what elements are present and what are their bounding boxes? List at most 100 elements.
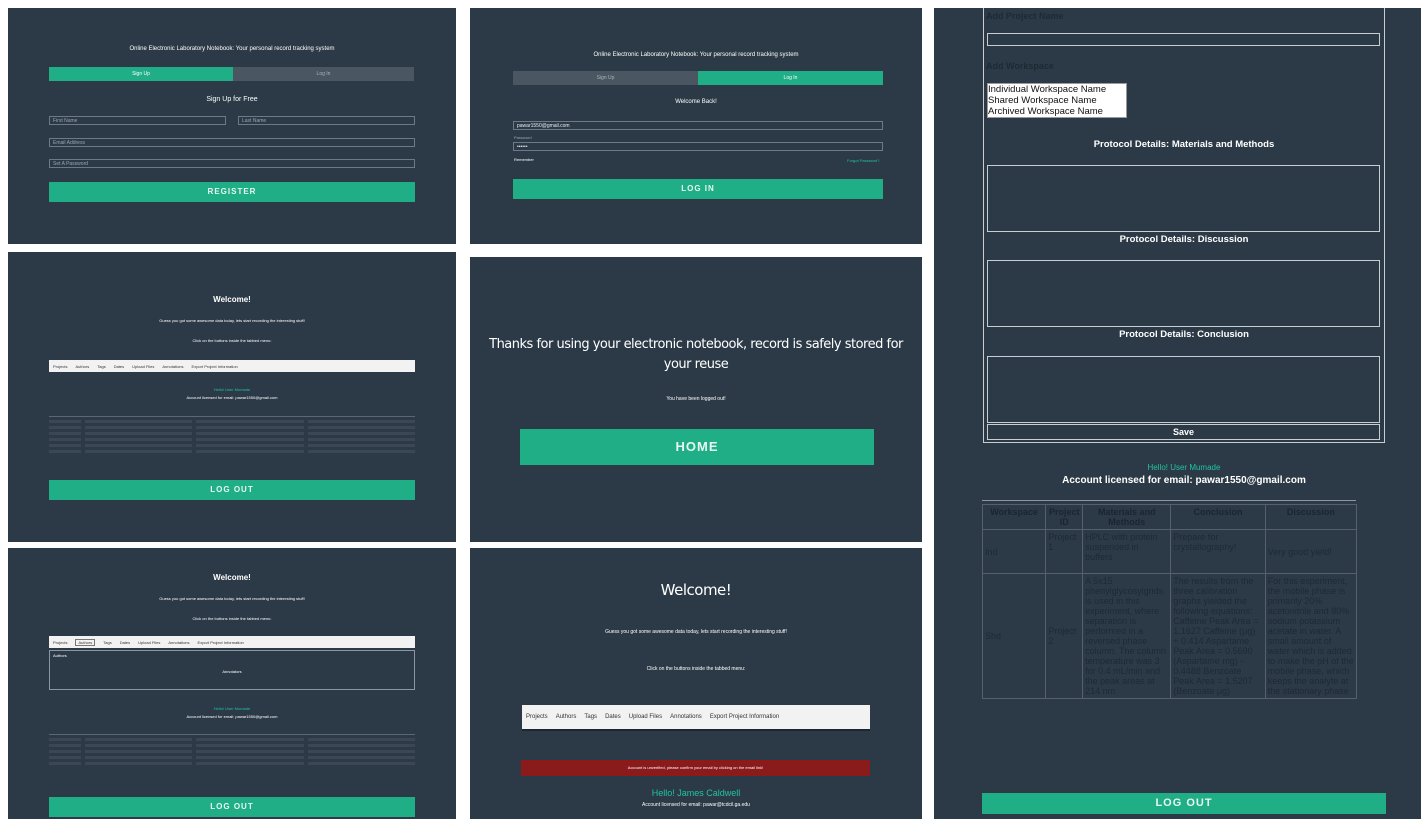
tab-signup[interactable]: Sign Up xyxy=(49,67,233,81)
tab-login[interactable]: Log In xyxy=(233,67,414,81)
tab-projects[interactable]: Projects xyxy=(53,364,67,369)
project-table xyxy=(49,738,415,768)
tab-tags[interactable]: Tags xyxy=(97,364,105,369)
add-project-panel: Add Project Name Add Workspace Individua… xyxy=(934,8,1421,819)
thanks-line2: your reuse xyxy=(663,357,729,372)
conclusion-textarea[interactable] xyxy=(987,356,1380,423)
tab-tags[interactable]: Tags xyxy=(584,714,597,720)
project-form: Add Project Name Add Workspace Individua… xyxy=(983,8,1385,443)
logout-button[interactable]: LOG OUT xyxy=(49,480,415,500)
login-panel: Online Electronic Laboratory Notebook: Y… xyxy=(470,8,922,244)
table-row xyxy=(49,432,415,435)
col-materials: Materials and Methods xyxy=(1082,504,1172,530)
account-info: Account licensed for email: pawar1550@gm… xyxy=(186,714,278,719)
workspace-option[interactable]: Individual Workspace Name xyxy=(988,84,1126,95)
table-row xyxy=(49,438,415,441)
welcome-title: Welcome! xyxy=(660,581,732,599)
projects-table: Workspace Project ID Materials and Metho… xyxy=(981,504,1358,699)
tab-export[interactable]: Export Project Information xyxy=(192,364,238,369)
dashboard-panel: Welcome! Guess you got some awesome data… xyxy=(8,252,456,542)
tab-menu: Projects Authors Tags Dates Upload Files… xyxy=(522,705,870,731)
tab-dates[interactable]: Dates xyxy=(114,364,124,369)
tab-upload-files[interactable]: Upload Files xyxy=(629,714,662,720)
tab-login[interactable]: Log In xyxy=(698,71,883,85)
workspace-option[interactable]: Shared Workspace Name xyxy=(988,95,1126,106)
table-divider xyxy=(49,734,415,735)
cell-discussion: Very good yield! xyxy=(1264,529,1358,574)
home-button[interactable]: HOME xyxy=(520,429,874,465)
authors-tab-content: Authors Annotators xyxy=(49,650,415,690)
tab-menu: Projects Authors Tags Dates Upload Files… xyxy=(49,360,415,372)
tab-annotations[interactable]: Annotations xyxy=(168,640,189,645)
authors-value: Annotators xyxy=(222,669,242,674)
table-row xyxy=(49,744,415,747)
password-field[interactable]: Set A Password xyxy=(49,159,415,168)
forgot-password-link[interactable]: Forgot Password? xyxy=(847,158,879,163)
tab-projects[interactable]: Projects xyxy=(53,640,67,645)
discussion-label: Protocol Details: Discussion xyxy=(1119,234,1249,245)
user-link[interactable]: Hello! User Mumade xyxy=(8,706,456,711)
tab-dates[interactable]: Dates xyxy=(120,640,130,645)
app-title: Online Electronic Laboratory Notebook: Y… xyxy=(593,52,799,58)
tab-export[interactable]: Export Project Information xyxy=(710,714,779,720)
app-title: Online Electronic Laboratory Notebook: Y… xyxy=(129,46,335,52)
discussion-textarea[interactable] xyxy=(987,260,1380,327)
tab-export[interactable]: Export Project Information xyxy=(198,640,244,645)
first-name-field[interactable]: First Name xyxy=(49,116,226,125)
tab-signup[interactable]: Sign Up xyxy=(513,71,698,85)
tab-tags[interactable]: Tags xyxy=(103,640,111,645)
tab-upload-files[interactable]: Upload Files xyxy=(138,640,160,645)
table-row xyxy=(49,450,415,453)
table-row xyxy=(49,762,415,765)
workspace-option[interactable]: Archived Workspace Name xyxy=(988,106,1126,117)
workspace-select[interactable]: Individual Workspace Name Shared Workspa… xyxy=(987,83,1127,118)
login-button[interactable]: LOG IN xyxy=(513,179,883,199)
project-table xyxy=(49,420,415,456)
password-label: Password xyxy=(514,135,532,140)
materials-label: Protocol Details: Materials and Methods xyxy=(1093,139,1275,150)
tab-authors[interactable]: Authors xyxy=(75,638,96,646)
table-header-row: Workspace Project ID Materials and Metho… xyxy=(981,504,1358,530)
cell-conclusion: Prepare for crystallography! xyxy=(1170,529,1266,574)
table-row xyxy=(49,738,415,741)
cell-materials: A 5x15 phenylglycosylgrids is used in th… xyxy=(1082,573,1172,699)
remember-checkbox[interactable]: Remember xyxy=(514,157,534,162)
table-row: Shd Project 2 A 5x15 phenylglycosylgrids… xyxy=(981,573,1358,699)
cell-materials: HPLC with protein suspended in buffers xyxy=(1082,529,1172,574)
email-field[interactable]: Email Address xyxy=(49,138,415,147)
thanks-line1: Thanks for using your electronic noteboo… xyxy=(489,337,903,352)
materials-textarea[interactable] xyxy=(987,165,1380,232)
table-row xyxy=(49,444,415,447)
tab-upload-files[interactable]: Upload Files xyxy=(132,364,154,369)
workspace-label: Add Workspace xyxy=(986,61,1054,71)
cell-conclusion: The results from the three calibration g… xyxy=(1170,573,1266,699)
logout-button[interactable]: LOG OUT xyxy=(49,797,415,817)
user-link[interactable]: Hello! User Mumade xyxy=(8,387,456,392)
register-button[interactable]: REGISTER xyxy=(49,182,415,202)
table-divider xyxy=(49,416,415,417)
password-field[interactable]: •••••• xyxy=(513,142,883,151)
last-name-field[interactable]: Last Name xyxy=(238,116,415,125)
welcome-line2: Click on the buttons inside the tabbed m… xyxy=(192,338,272,343)
col-discussion: Discussion xyxy=(1264,504,1358,530)
save-button[interactable]: Save xyxy=(987,424,1380,440)
email-field[interactable]: pawar1550@gmail.com xyxy=(513,121,883,130)
signup-panel: Online Electronic Laboratory Notebook: Y… xyxy=(8,8,456,244)
logout-button[interactable]: LOG OUT xyxy=(982,793,1386,814)
welcome-line2: Click on the buttons inside the tabbed m… xyxy=(646,666,746,672)
tab-annotations[interactable]: Annotations xyxy=(162,364,183,369)
user-link[interactable]: Hello! James Caldwell xyxy=(470,788,922,798)
welcome-title: Welcome! xyxy=(213,295,251,304)
welcome-title: Welcome! xyxy=(213,573,251,582)
tab-authors[interactable]: Authors xyxy=(75,364,89,369)
project-name-input[interactable] xyxy=(987,33,1380,46)
welcome-line1: Guess you got some awesome data today, l… xyxy=(159,318,305,323)
tab-dates[interactable]: Dates xyxy=(605,714,621,720)
user-link[interactable]: Hello! User Mumade xyxy=(934,463,1421,472)
tab-authors[interactable]: Authors xyxy=(556,714,577,720)
logged-out-notice: You have been logged out! xyxy=(666,396,726,402)
cell-workspace: Ind xyxy=(981,529,1047,574)
account-info: Account licensed for email: pawar1550@gm… xyxy=(186,395,278,400)
tab-annotations[interactable]: Annotations xyxy=(670,714,702,720)
tab-projects[interactable]: Projects xyxy=(526,714,548,720)
